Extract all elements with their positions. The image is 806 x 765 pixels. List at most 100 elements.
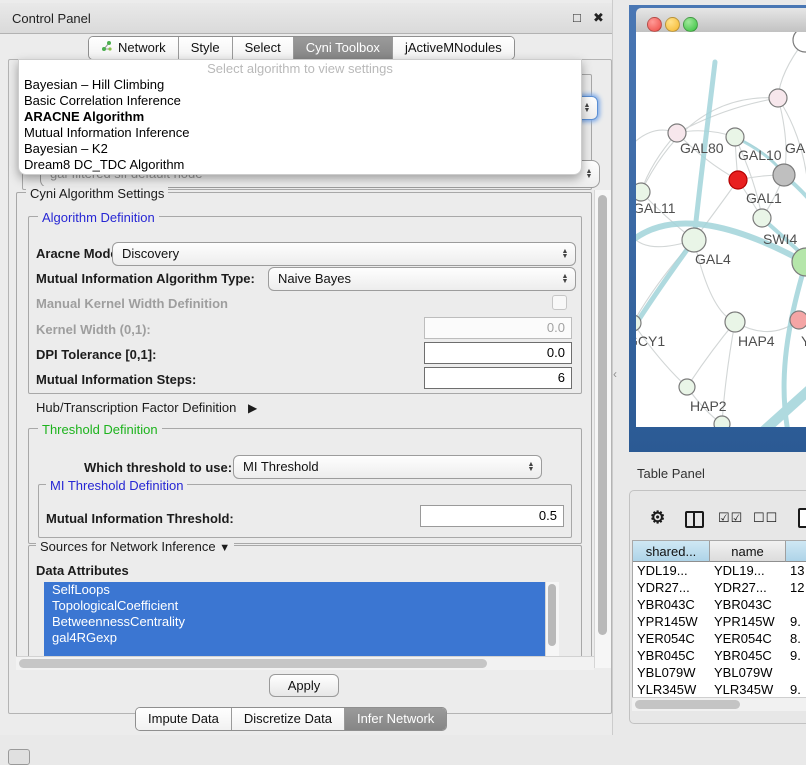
scrollbar-thumb[interactable]	[19, 659, 487, 668]
network-window-titlebar[interactable]	[636, 8, 806, 33]
cyni-algorithm-settings-title: Cyni Algorithm Settings	[26, 186, 168, 201]
column-header-cut[interactable]	[786, 541, 806, 562]
node-hap2	[679, 379, 695, 395]
data-attributes-label: Data Attributes	[36, 563, 129, 578]
which-threshold-combobox[interactable]: MI Threshold ▲▼	[233, 455, 542, 479]
node	[793, 32, 806, 52]
deselect-all-checkboxes-icon[interactable]: ☐☐	[753, 510, 778, 526]
popup-placeholder: Select algorithm to view settings	[19, 60, 581, 77]
dpi-tolerance-field[interactable]: 0.0	[424, 342, 572, 364]
node-bottom	[714, 416, 730, 427]
tab-infer-network[interactable]: Infer Network	[345, 708, 446, 730]
tab-style[interactable]: Style	[179, 37, 233, 59]
node-label: GAL4	[695, 251, 731, 267]
combo-stepper-icon: ▲▼	[581, 98, 593, 117]
table-row[interactable]: YBR043CYBR043C	[633, 596, 806, 613]
settings-vertical-scrollbar[interactable]	[594, 190, 611, 668]
network-canvas[interactable]: GAL GAL80 GAL10 GAL1 GAL11 SWI4 GAL4 GCY…	[636, 32, 806, 427]
select-all-checkboxes-icon[interactable]: ☑☑	[718, 510, 743, 526]
data-attributes-list: SelfLoops TopologicalCoefficient Between…	[44, 582, 545, 656]
tab-network[interactable]: Network	[89, 37, 179, 59]
zoom-window-icon[interactable]	[683, 17, 698, 32]
close-panel-icon[interactable]: ✖	[593, 10, 604, 26]
divider-collapse-icon[interactable]: ‹	[613, 367, 617, 381]
algorithm-option[interactable]: Bayesian – K2	[19, 141, 581, 157]
network-view[interactable]: GAL GAL80 GAL10 GAL1 GAL11 SWI4 GAL4 GCY…	[636, 32, 806, 427]
threshold-definition-title: Threshold Definition	[38, 422, 162, 437]
scrollbar-thumb[interactable]	[548, 584, 556, 646]
sources-toggle[interactable]: Sources for Network Inference ▼	[36, 539, 234, 554]
column-header-shared-name[interactable]: shared...	[633, 541, 710, 562]
table-row[interactable]: YBL079WYBL079W	[633, 664, 806, 681]
tab-impute-data[interactable]: Impute Data	[136, 708, 232, 730]
node-gal11	[636, 183, 650, 201]
node-gal	[769, 89, 787, 107]
mi-steps-field[interactable]: 6	[424, 367, 572, 389]
attributes-vertical-scrollbar[interactable]	[545, 582, 559, 656]
network-icon	[101, 37, 113, 59]
kernel-width-field[interactable]: 0.0	[424, 317, 572, 339]
table-row[interactable]: YBR045CYBR045C9.	[633, 647, 806, 664]
tab-discretize-data[interactable]: Discretize Data	[232, 708, 345, 730]
algorithm-option[interactable]: Bayesian – Hill Climbing	[19, 77, 581, 93]
table-header-row: shared... name	[633, 541, 806, 562]
node-label: HAP4	[738, 333, 775, 349]
aracne-mode-combobox[interactable]: Discovery ▲▼	[112, 242, 576, 266]
bottom-tabbar: Impute Data Discretize Data Infer Networ…	[135, 707, 447, 731]
new-table-icon[interactable]	[798, 508, 806, 528]
scrollbar-thumb[interactable]	[635, 700, 740, 709]
algorithm-definition-title: Algorithm Definition	[38, 210, 159, 225]
combo-stepper-icon: ▲▼	[525, 457, 537, 476]
tab-select[interactable]: Select	[233, 37, 294, 59]
apply-button[interactable]: Apply	[269, 674, 339, 697]
control-panel-tabbar: Network Style Select Cyni Toolbox jActiv…	[88, 36, 515, 60]
table-row[interactable]: YPR145WYPR145W9.	[633, 613, 806, 630]
close-window-icon[interactable]	[647, 17, 662, 32]
node-gray	[773, 164, 795, 186]
node-label: GAL10	[738, 147, 782, 163]
algorithm-option-selected[interactable]: ARACNE Algorithm	[19, 109, 581, 125]
float-panel-icon[interactable]: □	[573, 10, 581, 25]
attribute-item-selected[interactable]: BetweennessCentrality	[44, 614, 545, 630]
scrollbar-thumb[interactable]	[598, 195, 607, 635]
node-label: HAP2	[690, 398, 727, 414]
column-browser-icon[interactable]	[685, 511, 704, 528]
algorithm-dropdown-popup: Select algorithm to view settings Bayesi…	[18, 59, 582, 175]
tab-jactivemnodules[interactable]: jActiveMNodules	[393, 37, 514, 59]
settings-horizontal-scrollbar[interactable]	[16, 656, 594, 670]
tab-cyni-toolbox[interactable]: Cyni Toolbox	[294, 37, 393, 59]
table-row[interactable]: YLR345WYLR345W9.	[633, 681, 806, 698]
minimize-window-icon[interactable]	[665, 17, 680, 32]
algorithm-option[interactable]: Dream8 DC_TDC Algorithm	[19, 157, 581, 173]
application-window: Control Panel □ ✖ Network Style Select C	[0, 0, 806, 762]
node-label: Y	[801, 333, 806, 349]
gear-icon[interactable]: ⚙	[650, 508, 665, 528]
attribute-item-selected[interactable]: TopologicalCoefficient	[44, 598, 545, 614]
node-label: GCY1	[636, 333, 665, 349]
node-gal1-selected	[729, 171, 747, 189]
combo-stepper-icon: ▲▼	[559, 244, 571, 263]
table-row[interactable]: YDL19...YDL19...13	[633, 562, 806, 579]
table-row[interactable]: YDR27...YDR27...12	[633, 579, 806, 596]
node-gal4	[682, 228, 706, 252]
node-table: shared... name YDL19...YDL19...13 YDR27.…	[632, 540, 806, 698]
node-bright-green	[792, 248, 806, 276]
mi-algorithm-type-combobox[interactable]: Naive Bayes ▲▼	[268, 267, 576, 291]
table-horizontal-scrollbar[interactable]	[632, 697, 806, 711]
node-hap4	[725, 312, 745, 332]
table-panel-title: Table Panel	[637, 466, 705, 481]
algorithm-option[interactable]: Basic Correlation Inference	[19, 93, 581, 109]
control-panel-title: Control Panel	[12, 11, 91, 26]
node-gal10	[726, 128, 744, 146]
manual-kernel-width-checkbox[interactable]	[552, 295, 567, 310]
mi-threshold-field[interactable]: 0.5	[420, 505, 564, 527]
attribute-item-selected[interactable]: SelfLoops	[44, 582, 545, 598]
node-label: GAL	[785, 140, 806, 156]
table-row[interactable]: YER054CYER054C8.	[633, 630, 806, 647]
combo-stepper-icon: ▲▼	[583, 162, 595, 186]
column-header-name[interactable]: name	[710, 541, 786, 562]
minimized-panel-icon[interactable]	[8, 749, 30, 765]
hub-definition-toggle[interactable]: Hub/Transcription Factor Definition ▶	[36, 400, 257, 415]
algorithm-option[interactable]: Mutual Information Inference	[19, 125, 581, 141]
attribute-item-selected[interactable]: gal4RGexp	[44, 630, 545, 646]
